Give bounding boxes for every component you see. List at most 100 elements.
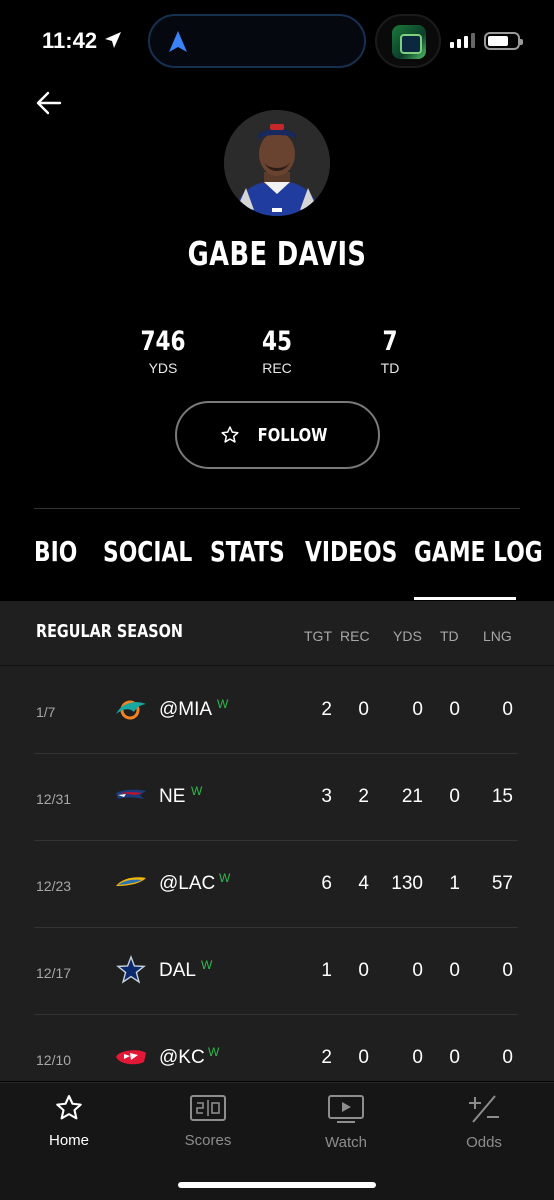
chargers-logo-icon [116,877,146,886]
value-lng: 0 [502,1047,513,1068]
opponent-name: DAL [159,960,196,981]
home-indicator[interactable] [178,1182,376,1188]
dynamic-island[interactable] [148,14,366,68]
value-td: 0 [449,786,460,807]
value-tgt: 6 [321,873,332,894]
value-rec: 2 [358,786,369,807]
stat-rec: 45 REC [227,326,327,377]
value-tgt: 2 [321,1047,332,1068]
game-result: W [208,1045,220,1059]
value-yds: 21 [401,786,423,807]
value-lng: 57 [491,873,513,894]
tab-game-log[interactable]: GAME LOG [414,535,543,568]
follow-button[interactable]: FOLLOW [175,401,380,469]
star-icon [56,1095,82,1120]
value-lng: 15 [491,786,513,807]
game-log-row[interactable]: 12/10 @KC W 2 0 0 0 0 [0,1015,554,1081]
nav-odds[interactable]: Odds [434,1093,534,1151]
value-yds: 0 [412,699,423,720]
nav-home[interactable]: Home [19,1093,119,1149]
game-result: W [201,958,213,972]
column-header-rec: REC [340,628,370,644]
value-rec: 4 [358,873,369,894]
stat-label: REC [262,360,292,376]
scoreboard-icon [190,1095,226,1121]
patriots-logo-icon [116,789,146,799]
value-td: 0 [449,1047,460,1068]
player-name: GABE DAVIS [187,234,367,273]
column-header-lng: LNG [483,628,512,644]
value-td: 1 [449,873,460,894]
profile-tabs: BIO SOCIAL STATS VIDEOS GAME LOG [0,535,554,601]
game-result: W [217,697,229,711]
value-tgt: 3 [321,786,332,807]
stat-value: 746 [140,326,186,357]
tab-videos[interactable]: VIDEOS [305,535,397,568]
follow-label: FOLLOW [257,424,328,446]
stat-value: 45 [261,326,293,357]
status-bar: 11:42 [0,0,554,80]
value-lng: 0 [502,699,513,720]
navigation-arrow-icon [169,31,187,52]
opponent-name: NE [159,786,186,807]
stat-yds: 746 YDS [113,326,213,377]
stat-td: 7 TD [340,326,440,377]
player-avatar [224,110,330,216]
location-arrow-icon [105,32,121,48]
value-lng: 0 [502,960,513,981]
value-yds: 0 [412,960,423,981]
game-log-row[interactable]: 12/17 DAL W 1 0 0 0 0 [0,928,554,1015]
game-log-panel[interactable]: REGULAR SEASON TGT REC YDS TD LNG 1/7 @M… [0,601,554,1081]
value-tgt: 2 [321,699,332,720]
value-tgt: 1 [321,960,332,981]
game-date: 12/17 [36,965,72,981]
chiefs-logo-icon [116,1050,146,1065]
play-screen-icon [328,1095,364,1123]
value-rec: 0 [358,699,369,720]
live-activity-app-icon[interactable] [375,14,441,68]
nav-label: Odds [466,1134,502,1151]
game-log-row[interactable]: 1/7 @MIA W 2 0 0 0 0 [0,667,554,754]
game-date: 12/31 [36,791,72,807]
tab-bio[interactable]: BIO [34,535,77,568]
opponent-name: @KC [159,1047,205,1068]
status-time: 11:42 [42,28,98,53]
game-log-row[interactable]: 12/31 NE W 3 2 21 0 15 [0,754,554,841]
game-log-row[interactable]: 12/23 @LAC W 6 4 130 1 57 [0,841,554,928]
value-yds: 0 [412,1047,423,1068]
stat-value: 7 [382,326,398,357]
dolphins-logo-icon [116,700,146,720]
game-date: 1/7 [36,704,56,720]
game-date: 12/23 [36,878,72,894]
plus-minus-icon [469,1095,499,1123]
stat-label: TD [380,360,400,376]
column-header-tgt: TGT [304,628,332,644]
game-log-header: REGULAR SEASON TGT REC YDS TD LNG [0,601,554,666]
nav-scores[interactable]: Scores [158,1093,258,1149]
value-yds: 130 [391,873,423,894]
cellular-signal-icon [450,33,475,48]
opponent-name: @MIA [159,699,213,720]
battery-icon [484,32,523,50]
nav-watch[interactable]: Watch [296,1093,396,1151]
app-thumbnail-icon [392,25,426,59]
opponent-name: @LAC [159,873,216,894]
value-rec: 0 [358,960,369,981]
game-result: W [219,871,231,885]
game-result: W [191,784,203,798]
back-arrow-icon[interactable] [34,88,64,118]
cowboys-logo-icon [116,955,146,984]
section-title: REGULAR SEASON [36,621,183,642]
active-tab-indicator [414,597,516,600]
value-td: 0 [449,960,460,981]
nav-label: Scores [184,1132,232,1149]
tab-stats[interactable]: STATS [210,535,285,568]
stat-label: YDS [148,360,178,376]
divider [34,508,520,509]
tab-social[interactable]: SOCIAL [103,535,192,568]
star-outline-icon [221,426,239,443]
column-header-td: TD [440,628,459,644]
nav-label: Watch [325,1134,367,1151]
column-header-yds: YDS [393,628,422,644]
value-rec: 0 [358,1047,369,1068]
